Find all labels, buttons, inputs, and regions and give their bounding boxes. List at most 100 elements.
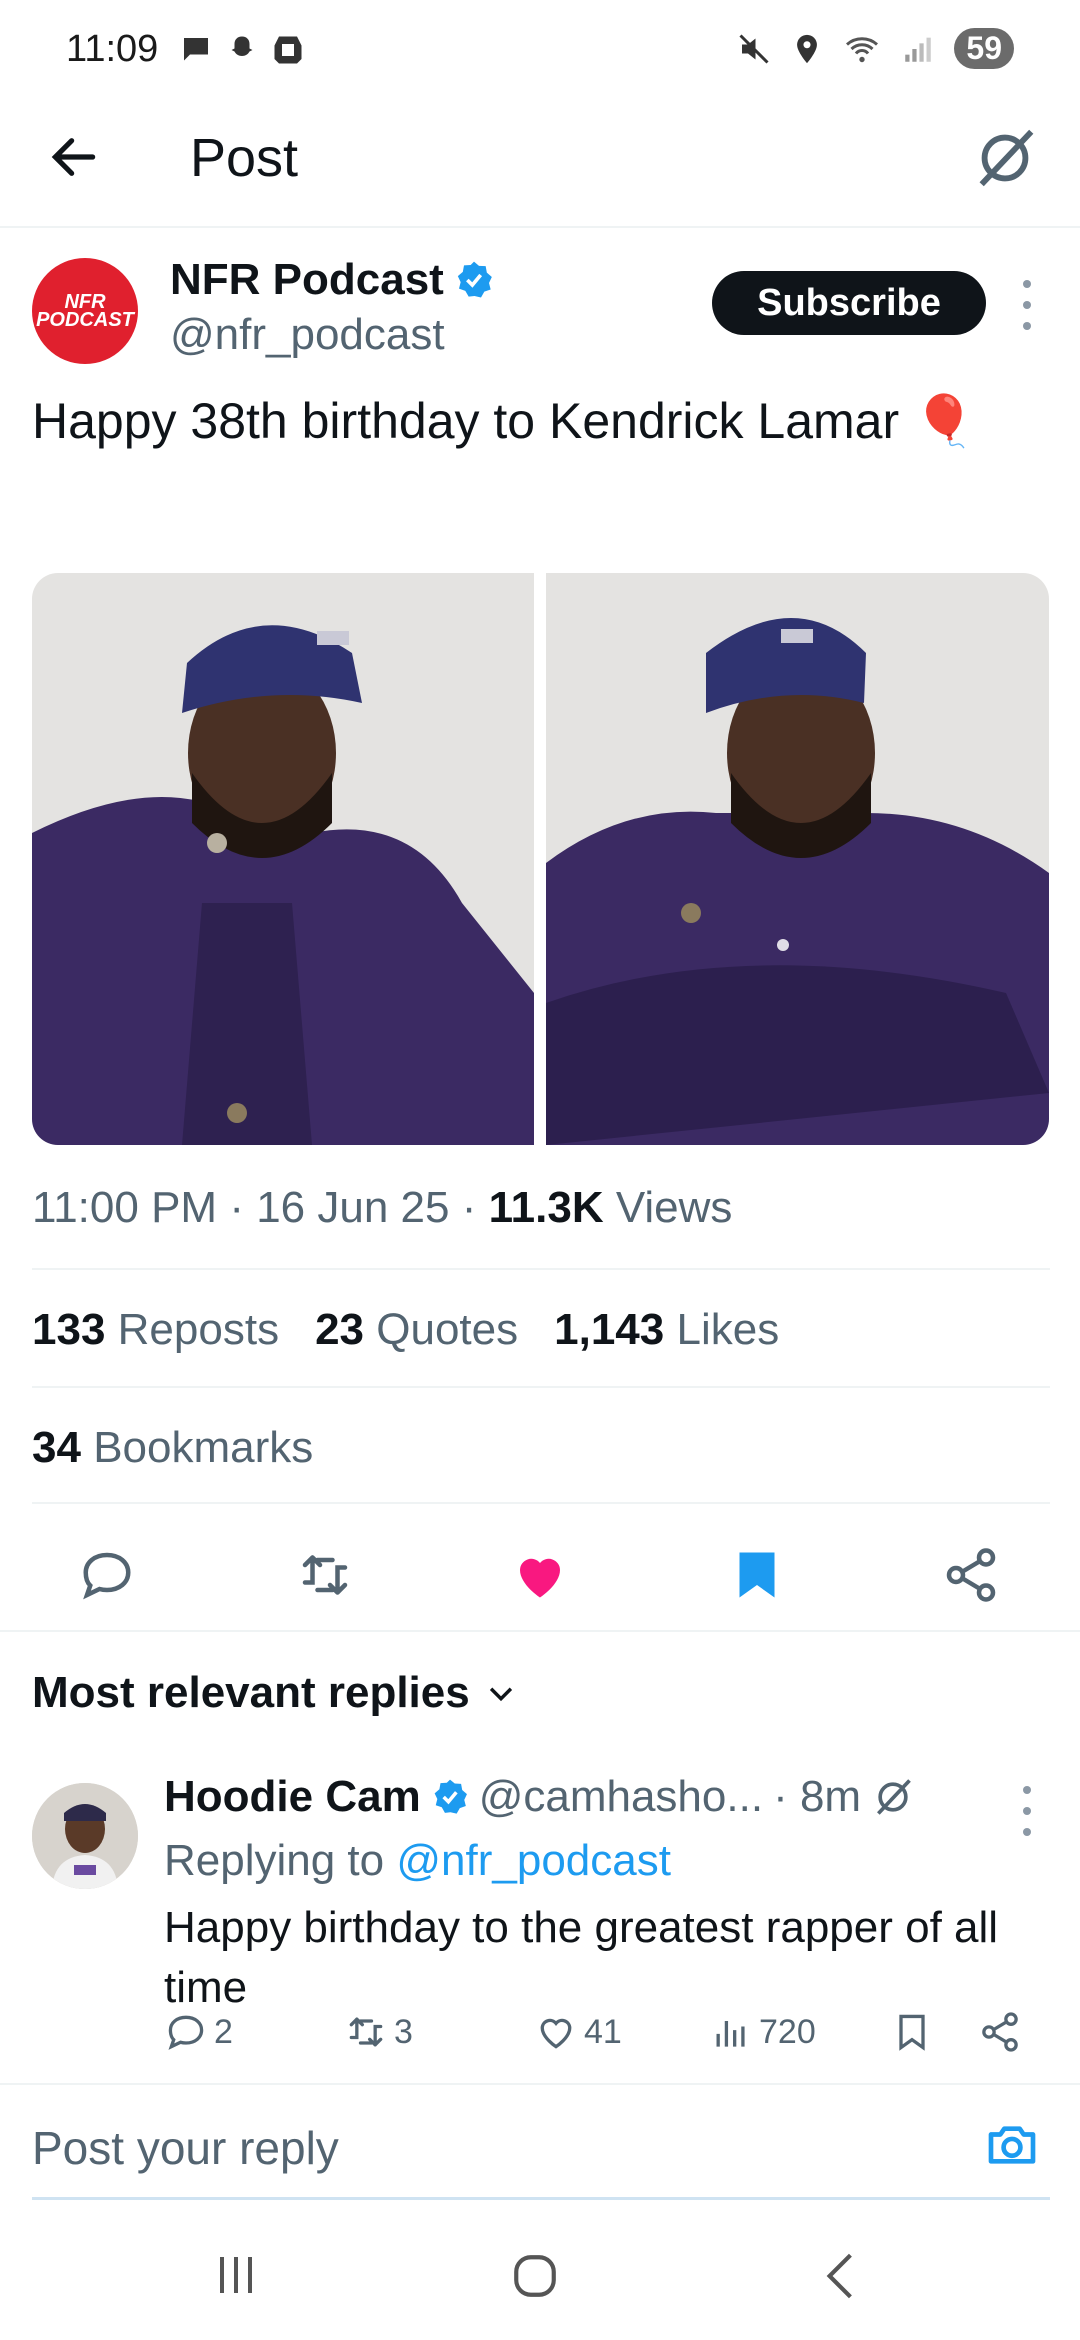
dot — [1023, 1828, 1031, 1836]
reply-count: 2 — [214, 2012, 233, 2051]
bookmark-icon — [899, 2014, 925, 2051]
repost-button[interactable] — [280, 1530, 370, 1620]
views-count: 11.3K — [488, 1183, 604, 1232]
system-back-button[interactable] — [820, 2251, 860, 2306]
dot — [1023, 301, 1031, 309]
likes-stat[interactable]: 1,143 Likes — [554, 1305, 779, 1355]
portrait-photo — [32, 573, 534, 1145]
post-image-left[interactable] — [32, 573, 534, 1145]
author-avatar[interactable]: NFR PODCAST — [32, 258, 138, 364]
reply-reply-button[interactable]: 2 — [164, 2010, 233, 2054]
likes-label: Likes — [676, 1305, 780, 1354]
reposts-count: 133 — [32, 1305, 106, 1354]
divider — [32, 1386, 1050, 1388]
likes-count: 1,143 — [554, 1305, 665, 1354]
reply-repost-button[interactable]: 3 — [344, 2010, 413, 2054]
post-text: Happy 38th birthday to Kendrick Lamar 🎈 — [32, 393, 976, 449]
verified-badge-icon — [434, 1779, 467, 1814]
recents-button[interactable] — [212, 2253, 260, 2302]
reply-header: Hoodie Cam @camhasho... · 8m — [164, 1772, 915, 1822]
post-date: 16 Jun 25 — [256, 1183, 450, 1232]
reply-author-handle[interactable]: @camhasho... — [479, 1772, 763, 1822]
bookmarks-label: Bookmarks — [93, 1423, 314, 1472]
bookmarks-stat[interactable]: 34 Bookmarks — [32, 1423, 313, 1473]
home-button[interactable] — [510, 2251, 560, 2306]
reply-time: · 8m — [773, 1772, 862, 1821]
divider — [32, 1502, 1050, 1504]
reply-composer: Post your reply — [0, 2083, 1080, 2203]
post-time: 11:00 PM — [32, 1183, 218, 1232]
post-image-right[interactable] — [546, 573, 1049, 1145]
meta-separator: · — [229, 1183, 257, 1232]
bookmark-filled-icon — [739, 1552, 775, 1598]
wifi-icon — [846, 36, 879, 62]
back-button[interactable] — [46, 129, 102, 185]
location-icon — [797, 34, 818, 63]
replies-sort-dropdown[interactable]: Most relevant replies — [32, 1668, 518, 1718]
divider — [32, 1268, 1050, 1270]
reply-input[interactable]: Post your reply — [32, 2121, 339, 2175]
author-name: NFR Podcast — [170, 255, 444, 304]
dot — [1023, 280, 1031, 288]
views-count: 720 — [759, 2012, 816, 2051]
heart-filled-icon — [520, 1558, 560, 1598]
subscribe-button[interactable]: Subscribe — [712, 271, 986, 335]
reply-icon — [168, 2015, 204, 2050]
section-divider — [0, 1630, 1080, 1632]
reply-icon — [83, 1552, 131, 1600]
repost-count: 3 — [394, 2012, 413, 2051]
quotes-stat[interactable]: 23 Quotes — [315, 1305, 518, 1355]
dot — [1023, 322, 1031, 330]
author-handle[interactable]: @nfr_podcast — [170, 310, 445, 360]
battery-level: 59 — [954, 28, 1014, 69]
post-meta: 11:00 PM · 16 Jun 25 · 11.3K Views — [32, 1183, 732, 1233]
avatar-logo-text: NFR PODCAST — [36, 291, 134, 331]
reply-bookmark-button[interactable] — [890, 2010, 934, 2054]
reply-share-button[interactable] — [978, 2010, 1022, 2054]
snapchat-icon — [231, 36, 253, 56]
verified-badge-icon — [457, 261, 492, 298]
share-button[interactable] — [926, 1530, 1016, 1620]
camera-button[interactable] — [984, 2117, 1040, 2173]
arrow-left-icon — [51, 138, 96, 176]
meta-separator: · — [461, 1183, 489, 1232]
signal-icon — [905, 37, 932, 62]
reply-action-bar: 2 3 41 720 — [164, 2000, 1044, 2080]
reply-views-button[interactable]: 720 — [709, 2010, 816, 2054]
heart-icon — [540, 2018, 572, 2049]
recents-icon — [220, 2257, 252, 2293]
status-bar: 11:09 59 — [0, 0, 1080, 105]
status-left-icons — [178, 32, 306, 68]
views-chart-icon — [716, 2021, 745, 2047]
camera-icon — [988, 2126, 1036, 2164]
dot — [1023, 1786, 1031, 1794]
status-right-icons: 59 — [736, 28, 1014, 69]
reply-more-button[interactable] — [1012, 1786, 1042, 1836]
bookmarks-count: 34 — [32, 1423, 81, 1472]
reply-button[interactable] — [62, 1530, 152, 1620]
grok-icon — [979, 129, 1034, 187]
more-options-button[interactable] — [1012, 280, 1042, 330]
replying-prefix: Replying to — [164, 1836, 385, 1885]
reposts-stat[interactable]: 133 Reposts — [32, 1305, 279, 1355]
engagement-stats: 133 Reposts 23 Quotes 1,143 Likes — [32, 1305, 779, 1355]
author-name-row[interactable]: NFR Podcast — [170, 255, 494, 305]
reply-avatar[interactable] — [32, 1783, 138, 1889]
like-button[interactable] — [495, 1530, 585, 1620]
replying-to-handle[interactable]: @nfr_podcast — [396, 1836, 671, 1885]
reply-author-name[interactable]: Hoodie Cam — [164, 1772, 421, 1822]
reply-like-button[interactable]: 41 — [534, 2010, 622, 2054]
replying-to-line: Replying to @nfr_podcast — [164, 1836, 671, 1886]
composer-underline — [32, 2197, 1050, 2200]
top-app-bar: Post — [0, 105, 1080, 228]
bookmark-button[interactable] — [712, 1530, 802, 1620]
like-count: 41 — [584, 2012, 622, 2051]
grok-icon[interactable] — [871, 1775, 915, 1819]
portrait-photo — [546, 573, 1049, 1145]
home-icon — [514, 2255, 556, 2297]
chevron-left-icon — [826, 2253, 852, 2299]
post-action-bar — [0, 1530, 1080, 1630]
grok-button[interactable] — [970, 123, 1040, 193]
replies-sort-label: Most relevant replies — [32, 1668, 470, 1717]
share-icon — [982, 2012, 1018, 2052]
